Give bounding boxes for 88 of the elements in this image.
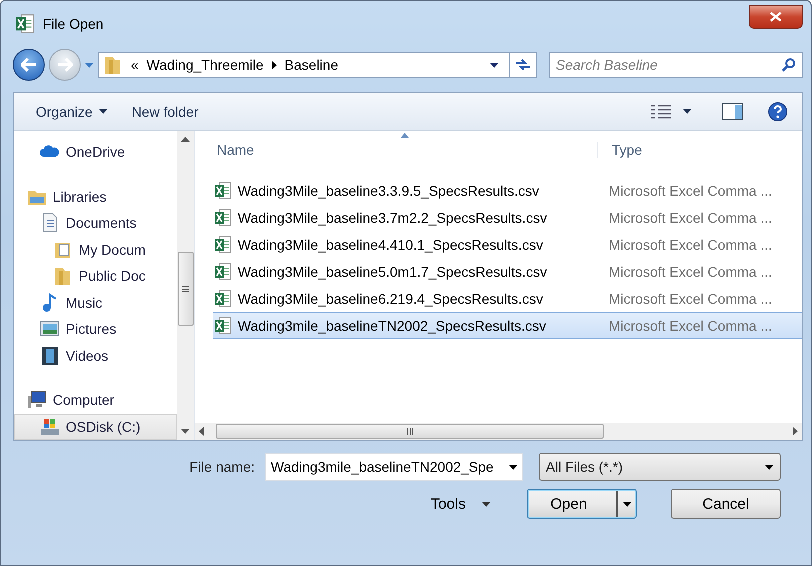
file-type: Microsoft Excel Comma ...: [609, 182, 772, 198]
file-type: Microsoft Excel Comma ...: [609, 264, 772, 280]
file-row[interactable]: Wading3Mile_baseline3.7m2.2_SpecsResults.csv Microsoft Excel Comma ...: [213, 204, 802, 231]
file-row[interactable]: Wading3Mile_baseline3.3.9.5_SpecsResults.csv Microsoft Excel Comma ...: [213, 177, 802, 204]
column-header[interactable]: Name: [213, 142, 597, 158]
scrollbar-thumb[interactable]: [216, 424, 604, 439]
help-icon[interactable]: [768, 102, 788, 122]
sidebar-item[interactable]: OneDrive: [14, 139, 177, 166]
pictures-icon: [40, 319, 60, 340]
sidebar-item[interactable]: Computer: [14, 387, 177, 414]
file-type: Microsoft Excel Comma ...: [609, 236, 772, 252]
sidebar-item[interactable]: Pictures: [14, 316, 177, 342]
grip-icon: [406, 428, 414, 435]
disk-icon: [40, 416, 60, 437]
scroll-left-icon: [199, 427, 204, 436]
file-name: Wading3Mile_baseline3.7m2.2_SpecsResults.csv: [238, 210, 548, 226]
app-icon: [15, 14, 35, 34]
file-type: Microsoft Excel Comma ...: [609, 290, 772, 306]
caret-icon: [622, 502, 632, 506]
new-folder-button[interactable]: New folder: [126, 100, 205, 124]
sidebar-item[interactable]: Music: [14, 290, 177, 316]
column-header[interactable]: Type: [597, 142, 642, 158]
sidebar-item[interactable]: My Docum: [14, 236, 177, 263]
scroll-up-icon: [181, 137, 190, 142]
csv-file-icon: [214, 208, 232, 226]
sidebar-item[interactable]: Libraries: [14, 184, 177, 210]
history-caret-icon: [85, 62, 94, 68]
file-name: Wading3Mile_baseline4.410.1_SpecsResults.csv: [238, 236, 544, 252]
caret-icon: [765, 464, 774, 470]
file-type: Microsoft Excel Comma ...: [609, 210, 772, 226]
overflow-chevron[interactable]: «: [131, 57, 139, 73]
file-type-dropdown[interactable]: All Files (*.*): [539, 453, 781, 481]
computer-icon: [27, 390, 47, 410]
file-name-field[interactable]: Wading3mile_baselineTN2002_Spe: [265, 453, 523, 481]
sidebar-item[interactable]: Documents: [14, 210, 177, 236]
sidebar-item[interactable]: Public Doc: [14, 263, 177, 290]
view-list-icon[interactable]: [651, 104, 671, 118]
caret-icon: [482, 502, 491, 506]
dropdown-caret-icon: [490, 62, 499, 68]
csv-file-icon: [214, 236, 232, 254]
search-icon: [782, 58, 796, 72]
tools-button[interactable]: Tools: [424, 494, 497, 514]
window-title: File Open: [43, 16, 105, 32]
cancel-button[interactable]: Cancel: [671, 489, 781, 519]
file-type: Microsoft Excel Comma ...: [609, 318, 772, 334]
breadcrumb[interactable]: Wading_Threemile: [146, 57, 264, 73]
close-icon: [770, 12, 782, 22]
csv-file-icon: [214, 290, 232, 308]
forward-arrow-icon: [57, 58, 73, 72]
refresh-button[interactable]: [509, 52, 537, 78]
folder-icon: [103, 55, 123, 75]
file-row[interactable]: Wading3Mile_baseline5.0m1.7_SpecsResults.csv Microsoft Excel Comma ...: [213, 258, 802, 285]
caret-icon: [98, 109, 108, 114]
folder-icon: [53, 266, 73, 286]
vertical-scrollbar[interactable]: [177, 131, 194, 440]
film-icon: [40, 346, 60, 366]
scroll-right-icon: [793, 427, 798, 436]
open-button[interactable]: Open: [527, 489, 637, 519]
file-row[interactable]: Wading3mile_baselineTN2002_SpecsResults.csv Microsoft Excel Comma ...: [213, 312, 802, 339]
file-row[interactable]: Wading3Mile_baseline6.219.4_SpecsResults.csv Microsoft Excel Comma ...: [213, 285, 802, 312]
grip-icon: [182, 286, 189, 292]
sidebar-item[interactable]: OSDisk (C:): [14, 414, 177, 440]
file-name: Wading3mile_baselineTN2002_SpecsResults.csv: [238, 318, 546, 334]
sort-arrow-icon: [401, 133, 409, 138]
csv-file-icon: [214, 182, 232, 200]
horizontal-scrollbar[interactable]: [195, 423, 802, 440]
close-button[interactable]: [749, 4, 803, 28]
scrollbar-thumb[interactable]: [178, 252, 194, 326]
scroll-down-icon: [181, 429, 190, 434]
separator-arrow-icon: [272, 60, 277, 70]
file-name-label: File name:: [190, 459, 255, 475]
breadcrumb[interactable]: Baseline: [284, 57, 338, 73]
search-field[interactable]: Search Baseline: [549, 52, 803, 78]
organize-button[interactable]: Organize: [30, 100, 114, 124]
file-name: Wading3Mile_baseline3.3.9.5_SpecsResults.csv: [238, 182, 540, 198]
sidebar-item[interactable]: Videos: [14, 342, 177, 369]
csv-file-icon: [214, 262, 232, 280]
file-row[interactable]: Wading3Mile_baseline4.410.1_SpecsResults.csv Microsoft Excel Comma ...: [213, 231, 802, 258]
file-name: Wading3Mile_baseline5.0m1.7_SpecsResults.csv: [238, 264, 548, 280]
back-button[interactable]: [13, 49, 45, 81]
refresh-arrows-icon: [515, 58, 531, 72]
view-caret-icon: [683, 109, 692, 114]
dropdown-caret-icon: [509, 464, 518, 470]
preview-pane-icon[interactable]: [722, 102, 744, 120]
address-bar[interactable]: « Wading_Threemile Baseline: [98, 52, 510, 78]
back-arrow-icon: [21, 58, 37, 72]
file-name: Wading3Mile_baseline6.219.4_SpecsResults.csv: [238, 290, 544, 306]
csv-file-icon: [214, 316, 232, 334]
